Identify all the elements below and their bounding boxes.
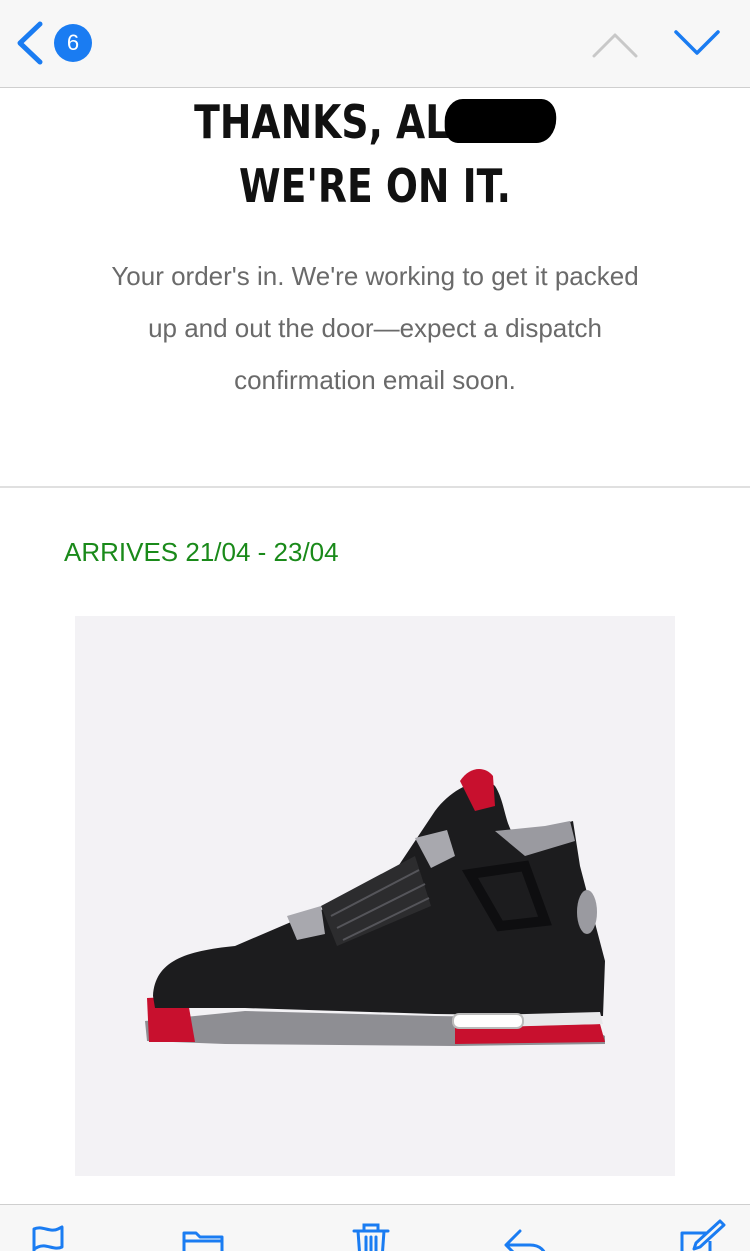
order-intro-text: Your order's in. We're working to get it… [111,261,639,395]
headline-line-1: THANKS, AL [68,90,683,154]
section-divider [0,486,750,488]
back-chevron-icon [17,21,43,65]
reply-button[interactable] [500,1219,550,1251]
mail-nav-bar: 6 [0,0,750,88]
arrival-date: ARRIVES 21/04 - 23/04 [64,537,339,567]
next-message-icon [674,30,720,55]
unread-count-badge: 6 [54,24,92,62]
next-message-button[interactable] [672,26,722,62]
mail-toolbar [0,1204,750,1251]
trash-icon [352,1223,390,1251]
email-headline: THANKS, AL WE'RE ON IT. [68,90,683,218]
headline-greeting: THANKS, AL [194,95,450,149]
flag-icon [32,1225,64,1251]
previous-message-icon [592,33,638,58]
compose-button[interactable] [676,1219,726,1251]
headline-line-2: WE'RE ON IT. [238,159,511,213]
redaction-mark [444,98,556,143]
back-button[interactable]: 6 [14,20,104,66]
move-to-folder-button[interactable] [178,1219,228,1251]
previous-message-button[interactable] [590,26,640,62]
reply-icon [504,1229,546,1251]
folder-icon [182,1231,224,1251]
flag-button[interactable] [24,1219,74,1251]
trash-button[interactable] [346,1219,396,1251]
compose-icon [680,1219,726,1251]
sneaker-illustration [145,769,605,1046]
sneaker-image[interactable] [75,616,675,1176]
